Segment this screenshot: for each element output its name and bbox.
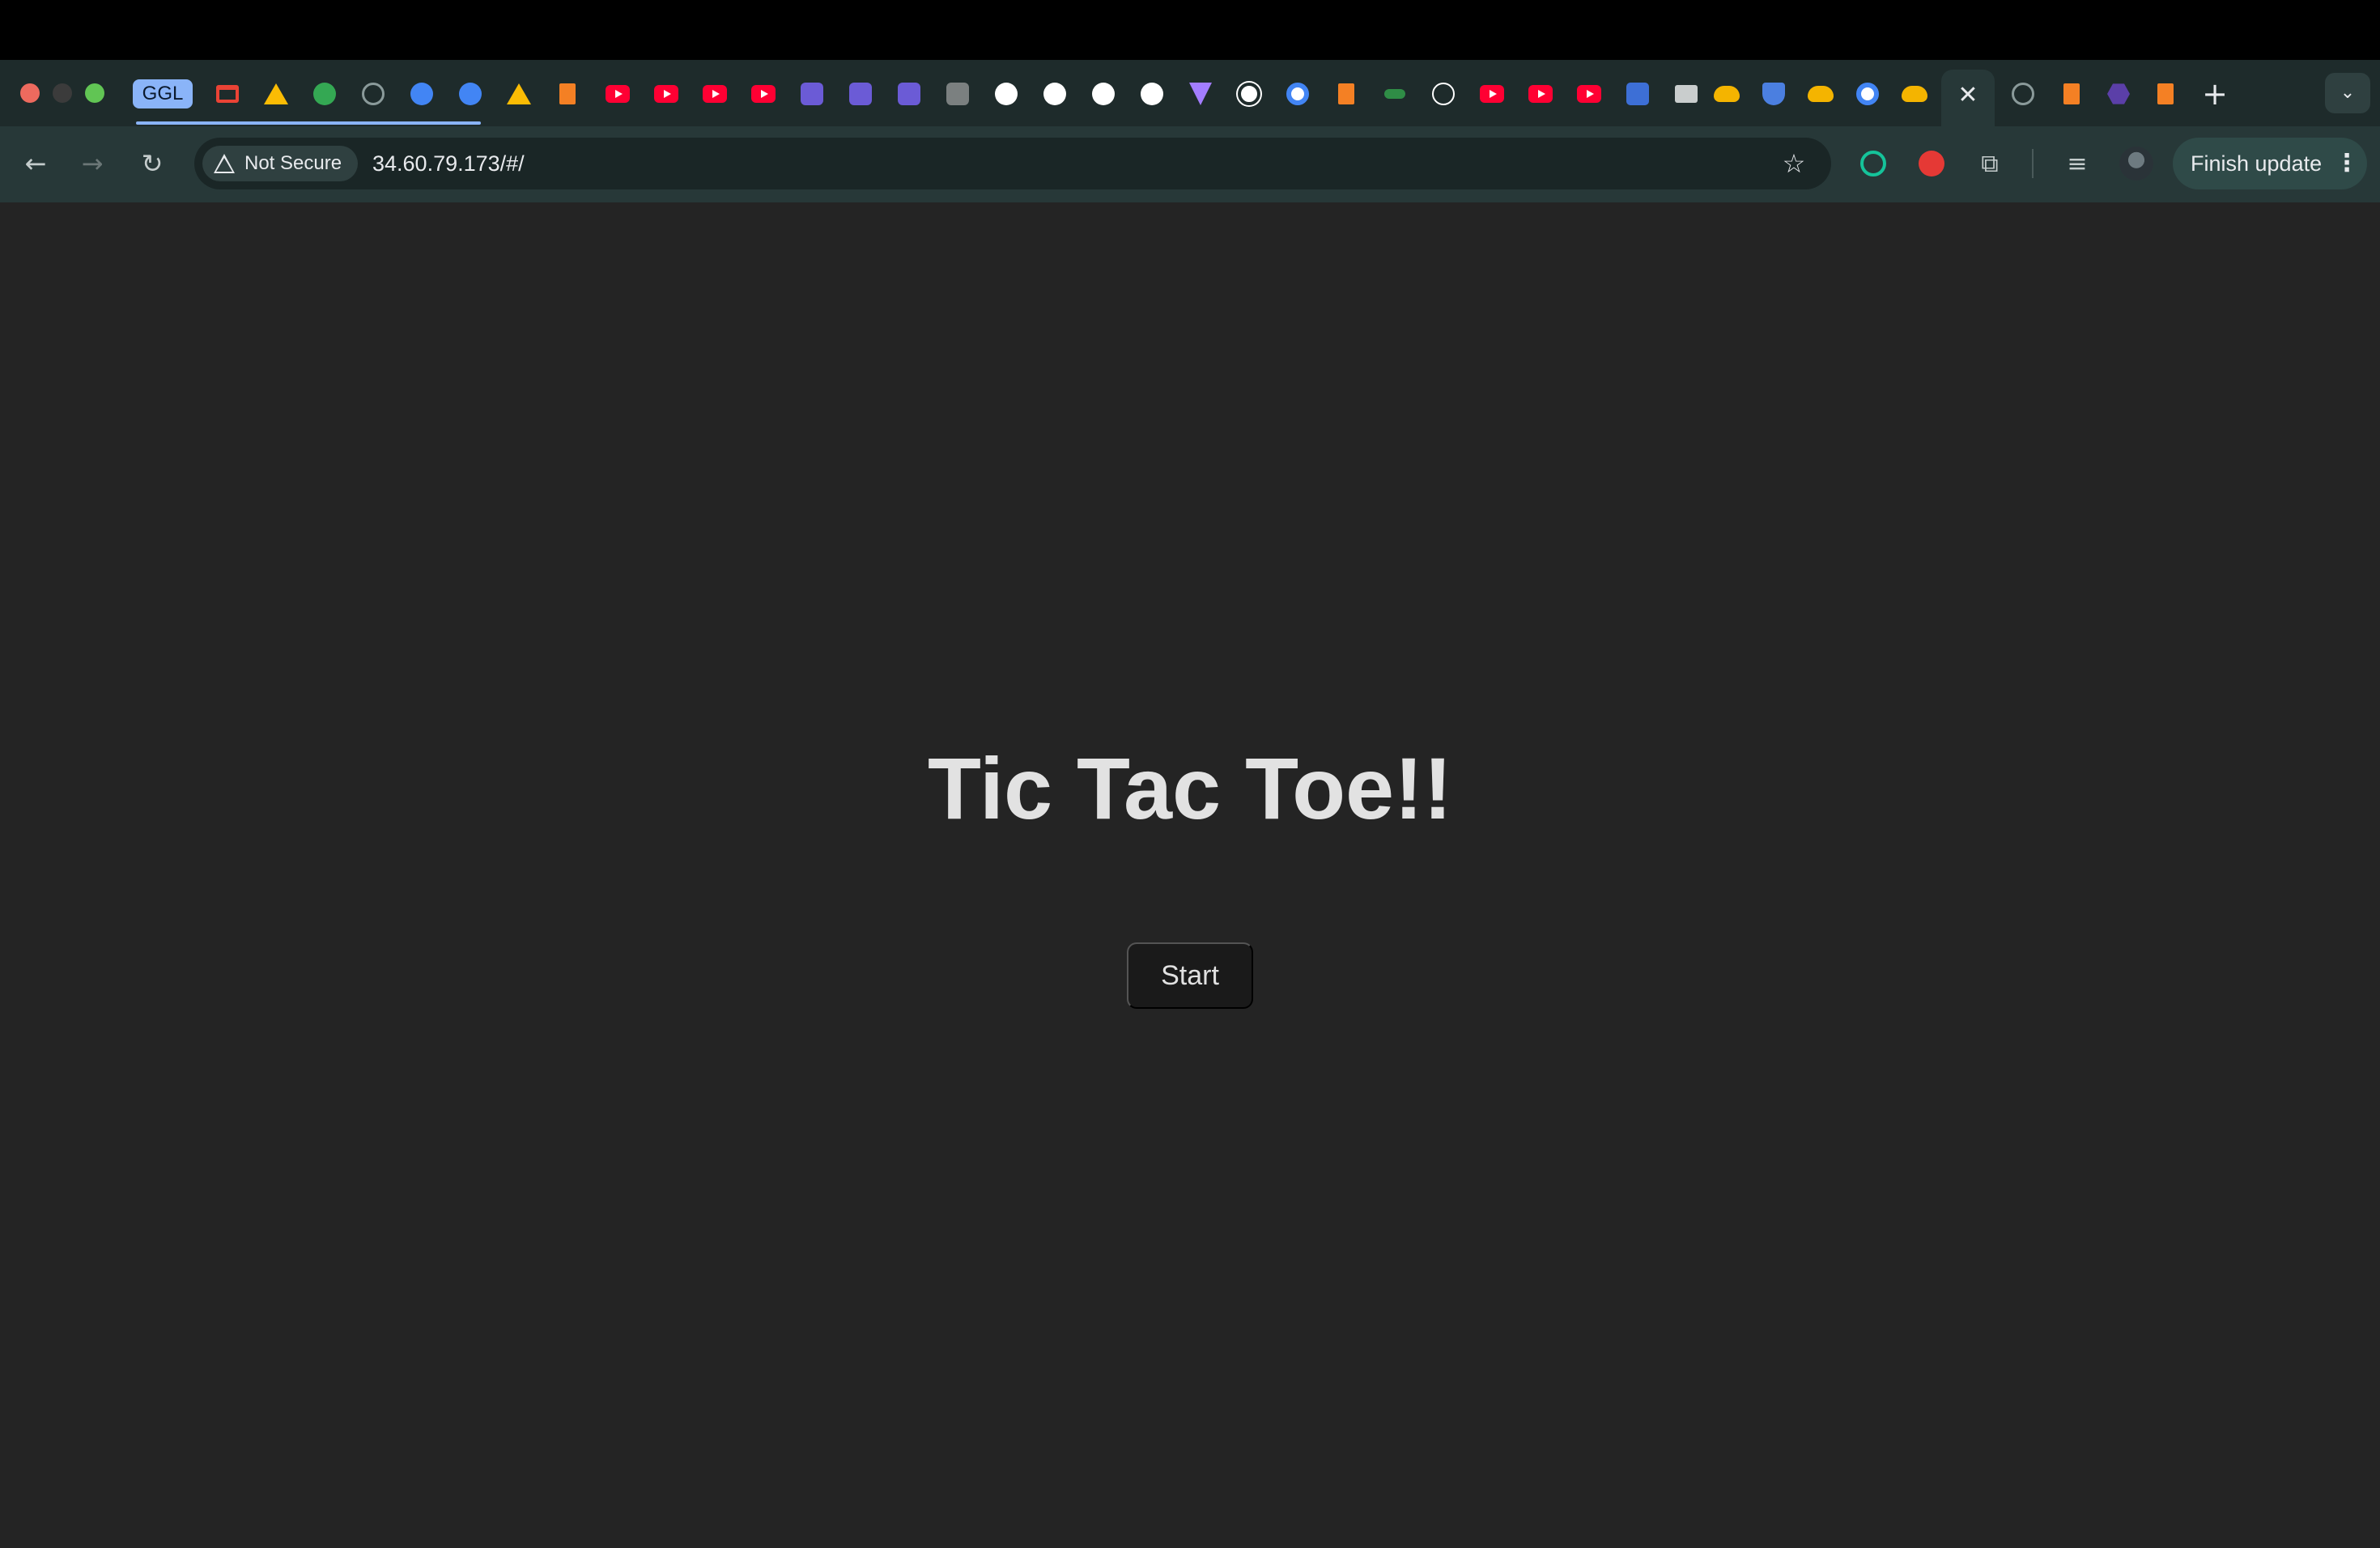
tab-google-cloud-icon[interactable] (1713, 80, 1740, 108)
tab-m-icon[interactable] (1430, 80, 1457, 108)
profile-avatar[interactable] (2119, 147, 2153, 181)
close-tab-icon[interactable]: ✕ (1953, 81, 1983, 110)
new-tab-button[interactable]: + (2199, 79, 2231, 111)
grammarly-extension-icon[interactable] (1859, 149, 1888, 178)
page-title: Tic Tac Toe!! (927, 739, 1453, 837)
tab-youtube-icon[interactable] (1527, 80, 1554, 108)
reload-button[interactable]: ↻ (134, 146, 170, 181)
tab-youtube-icon[interactable] (1575, 80, 1603, 108)
tab-github-icon[interactable] (1090, 80, 1117, 108)
tab-stackoverflow-icon[interactable] (1332, 80, 1360, 108)
tab-chip-icon[interactable] (1624, 80, 1651, 108)
tab-shield-icon[interactable] (1760, 80, 1787, 108)
tab-github-icon[interactable] (1138, 80, 1166, 108)
tab-app-icon[interactable] (895, 80, 923, 108)
window-maximize-button[interactable] (85, 83, 104, 103)
tab-colab-icon[interactable] (554, 80, 581, 108)
extensions-puzzle-icon[interactable]: ⧉ (1975, 149, 2004, 178)
security-label: Not Secure (244, 152, 342, 174)
back-button[interactable]: ← (18, 146, 53, 181)
tab-youtube-icon[interactable] (701, 80, 729, 108)
tab-google-cloud-icon[interactable] (1901, 80, 1928, 108)
tab-github-icon[interactable] (992, 80, 1020, 108)
blocker-extension-icon[interactable] (1917, 149, 1946, 178)
tab-stackoverflow-icon[interactable] (2152, 80, 2179, 108)
security-indicator[interactable]: Not Secure (202, 146, 358, 181)
tab-openai-icon[interactable] (1235, 80, 1263, 108)
page-viewport (0, 202, 2380, 1548)
warning-icon (214, 154, 235, 173)
browser-menu-icon[interactable]: ⋮ (2335, 151, 2359, 176)
tab-stackoverflow-icon[interactable] (2058, 80, 2085, 108)
tab-youtube-icon[interactable] (604, 80, 631, 108)
tab-youtube-icon[interactable] (750, 80, 777, 108)
window-close-button[interactable] (20, 83, 40, 103)
tab-stackoverflow-icon[interactable] (2009, 80, 2037, 108)
system-menubar (0, 0, 2380, 60)
tab-google-icon[interactable] (1854, 80, 1881, 108)
tab-vite-icon[interactable] (1187, 80, 1214, 108)
tab-app-icon[interactable] (798, 80, 826, 108)
toolbar-divider (2032, 149, 2034, 178)
finish-update-label: Finish update (2191, 151, 2323, 176)
tab-google-drive-icon[interactable] (505, 80, 533, 108)
tab-github-icon[interactable] (1041, 80, 1069, 108)
tab-group-underline (136, 121, 481, 125)
tab-google-docs-icon[interactable] (408, 80, 436, 108)
tab-google-icon[interactable] (1284, 80, 1311, 108)
tab-terminal-icon[interactable] (1672, 80, 1700, 108)
window-minimize-button[interactable] (53, 83, 72, 103)
url-text[interactable]: 34.60.79.173/#/ (372, 150, 525, 177)
tab-google-cloud-icon[interactable] (1807, 80, 1834, 108)
bookmark-star-icon[interactable]: ☆ (1776, 146, 1812, 181)
tab-youtube-icon[interactable] (1478, 80, 1506, 108)
media-controls-icon[interactable]: ≡ (2063, 149, 2092, 178)
tab-youtube-icon[interactable] (652, 80, 680, 108)
tab-gmail-icon[interactable] (214, 80, 241, 108)
tab-google-chat-icon[interactable] (311, 80, 338, 108)
forward-button[interactable]: → (74, 146, 110, 181)
tab-app-icon[interactable] (847, 80, 874, 108)
tab-hexagon-icon[interactable] (2105, 80, 2132, 108)
tab-cube-icon[interactable] (944, 80, 971, 108)
tab-group-chip[interactable]: GGL (133, 79, 193, 108)
tab-google-docs-icon[interactable] (457, 80, 484, 108)
tab-extension-page-icon[interactable] (359, 80, 387, 108)
tab-link-icon[interactable] (1381, 80, 1409, 108)
start-button[interactable]: Start (1127, 942, 1253, 1009)
tab-search-button[interactable]: ⌄ (2325, 73, 2370, 113)
tab-google-drive-icon[interactable] (262, 80, 290, 108)
